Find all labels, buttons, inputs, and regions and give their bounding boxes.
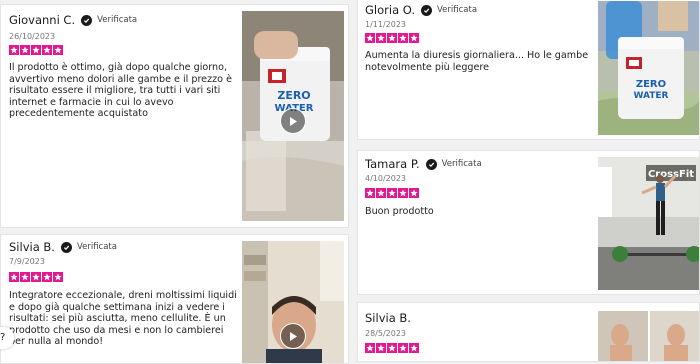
star-icon bbox=[9, 272, 19, 282]
star-icon bbox=[409, 343, 419, 353]
star-icon bbox=[409, 33, 419, 43]
play-button[interactable] bbox=[280, 323, 306, 349]
review-date: 26/10/2023 bbox=[9, 32, 56, 41]
product-jar-photo: ZERO WATER bbox=[598, 1, 699, 135]
play-button[interactable] bbox=[280, 108, 306, 134]
review-text: Il prodotto è ottimo, già dopo qualche g… bbox=[9, 62, 232, 120]
reviewer-name: Giovanni C. bbox=[9, 13, 76, 27]
star-icon bbox=[42, 272, 52, 282]
verified-label: Verificata bbox=[97, 15, 138, 25]
star-icon bbox=[31, 272, 41, 282]
verified-check-icon bbox=[421, 4, 433, 16]
verified-check-icon bbox=[60, 241, 72, 253]
review-date: 7/9/2023 bbox=[9, 257, 45, 266]
star-rating bbox=[9, 272, 63, 282]
review-header: Silvia B. Verificata bbox=[9, 240, 117, 254]
verified-label: Verificata bbox=[441, 159, 482, 169]
play-icon bbox=[290, 116, 297, 126]
review-header: Gloria O. Verificata bbox=[365, 3, 477, 17]
star-icon bbox=[387, 188, 397, 198]
jar-label-zero: ZERO bbox=[277, 89, 310, 102]
review-header: Giovanni C. Verificata bbox=[9, 13, 137, 27]
review-text: Integratore eccezionale, dreni moltissim… bbox=[9, 290, 237, 348]
review-date: 28/5/2023 bbox=[365, 329, 407, 338]
star-icon bbox=[376, 343, 386, 353]
star-icon bbox=[398, 33, 408, 43]
reviewer-name: Gloria O. bbox=[365, 3, 416, 17]
jar-label-water: WATER bbox=[633, 91, 668, 101]
star-icon bbox=[20, 45, 30, 55]
gym-photo: CrossFit bbox=[598, 157, 699, 290]
star-icon bbox=[20, 272, 30, 282]
play-icon bbox=[290, 331, 297, 341]
review-date: 4/10/2023 bbox=[365, 174, 407, 183]
before-after-photo bbox=[598, 311, 699, 361]
star-icon bbox=[53, 45, 63, 55]
review-card: Gloria O. Verificata 1/11/2023 Aumenta l… bbox=[357, 0, 700, 140]
star-icon bbox=[376, 33, 386, 43]
star-rating bbox=[9, 45, 63, 55]
star-icon bbox=[398, 343, 408, 353]
star-icon bbox=[387, 343, 397, 353]
jar-label-zero: ZERO bbox=[636, 79, 666, 90]
verified-check-icon bbox=[81, 14, 93, 26]
star-icon bbox=[365, 343, 375, 353]
reviewer-name: Silvia B. bbox=[9, 240, 55, 254]
star-icon bbox=[53, 272, 63, 282]
review-video-thumbnail[interactable]: ZERO WATER bbox=[242, 11, 344, 221]
review-text: Buon prodotto bbox=[365, 206, 434, 217]
star-icon bbox=[376, 188, 386, 198]
verified-label: Verificata bbox=[437, 5, 478, 15]
star-icon bbox=[365, 33, 375, 43]
star-rating bbox=[365, 188, 419, 198]
star-icon bbox=[9, 45, 19, 55]
star-icon bbox=[409, 188, 419, 198]
review-card: Silvia B. 28/5/2023 bbox=[357, 302, 700, 362]
star-icon bbox=[31, 45, 41, 55]
star-rating bbox=[365, 343, 419, 353]
star-icon bbox=[365, 188, 375, 198]
review-photo-thumbnail[interactable]: CrossFit bbox=[598, 157, 699, 290]
reviewer-name: Tamara P. bbox=[365, 157, 420, 171]
review-photo-thumbnail[interactable] bbox=[598, 311, 699, 361]
review-text: Aumenta la diuresis giornaliera... Ho le… bbox=[365, 50, 589, 73]
star-rating bbox=[365, 33, 419, 43]
review-header: Tamara P. Verificata bbox=[365, 157, 482, 171]
verified-check-icon bbox=[425, 158, 437, 170]
reviewer-name: Silvia B. bbox=[365, 311, 411, 325]
review-card: Tamara P. Verificata 4/10/2023 Buon prod… bbox=[357, 150, 700, 295]
review-card: Silvia B. Verificata 7/9/2023 Integrator… bbox=[0, 234, 349, 364]
star-icon bbox=[387, 33, 397, 43]
star-icon bbox=[42, 45, 52, 55]
review-date: 1/11/2023 bbox=[365, 20, 407, 29]
review-header: Silvia B. bbox=[365, 311, 411, 325]
review-video-thumbnail[interactable] bbox=[242, 241, 344, 363]
review-photo-thumbnail[interactable]: ZERO WATER bbox=[598, 1, 699, 135]
review-card: Giovanni C. Verificata 26/10/2023 Il pro… bbox=[0, 4, 349, 228]
star-icon bbox=[398, 188, 408, 198]
verified-label: Verificata bbox=[76, 242, 117, 252]
